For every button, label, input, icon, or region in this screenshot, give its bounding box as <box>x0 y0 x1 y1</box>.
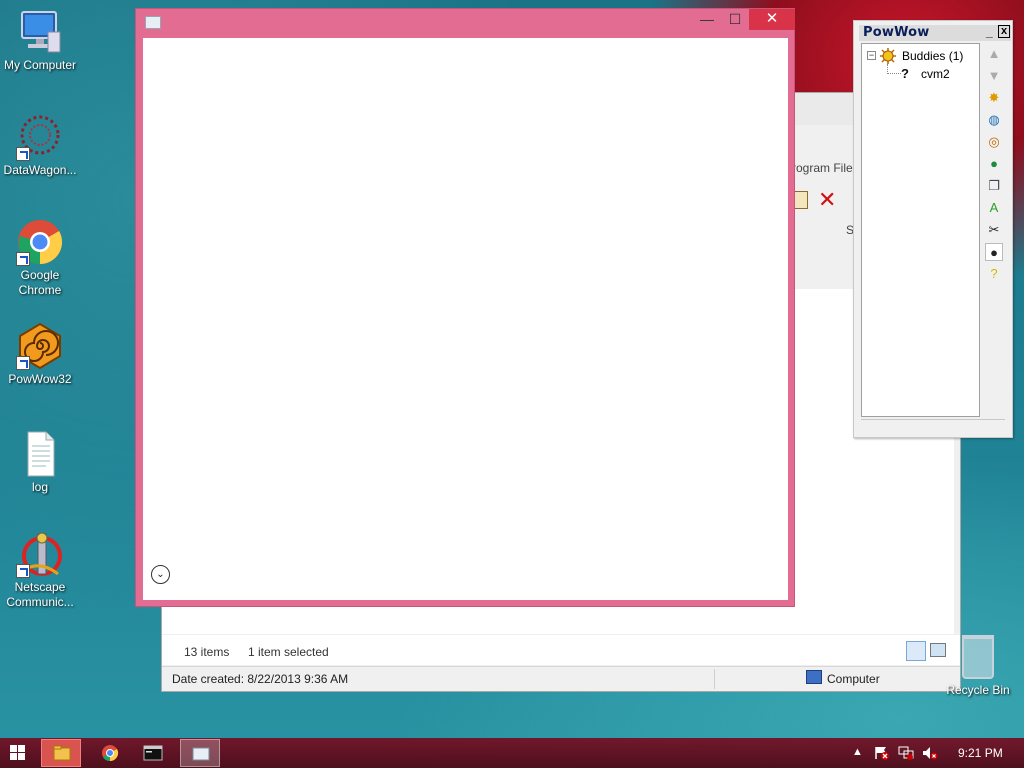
desktop-icon-label: PowWow32 <box>8 372 72 386</box>
earth-icon[interactable]: ● <box>985 155 1003 173</box>
computer-icon <box>806 670 822 684</box>
app-window-icon[interactable] <box>145 16 161 29</box>
selection-count: 1 item selected <box>248 645 329 659</box>
desktop-icon-label: Recycle Bin <box>946 683 1010 697</box>
desktop-icon-log[interactable]: log <box>0 430 80 495</box>
spiral-icon[interactable]: ◎ <box>985 133 1003 151</box>
computer-icon <box>16 8 64 56</box>
sun-group-icon <box>880 48 896 64</box>
minimize-button[interactable]: — <box>693 9 721 30</box>
collapse-toggle[interactable]: − <box>867 51 876 60</box>
netscape-icon <box>16 530 64 578</box>
maximize-button[interactable]: ☐ <box>721 9 749 30</box>
sun-icon[interactable]: ✸ <box>985 89 1003 107</box>
scroll-up-icon[interactable]: ▲ <box>985 45 1003 63</box>
taskbar-blank-app[interactable] <box>180 739 220 767</box>
powwow-status-strip <box>861 419 1005 433</box>
buddy-group-label[interactable]: Buddies (1) <box>902 49 963 63</box>
desktop-icon-my-computer[interactable]: My Computer <box>0 8 80 73</box>
location-label: Computer <box>827 672 880 686</box>
desktop-icon-label: DataWagon... <box>3 163 77 177</box>
desktop-icon-google-chrome[interactable]: Google Chrome <box>0 218 80 298</box>
item-count: 13 items <box>184 645 230 659</box>
unknown-status-icon: ? <box>901 66 909 81</box>
chat-icon[interactable]: ● <box>985 243 1003 261</box>
delete-icon[interactable]: ✕ <box>818 189 836 211</box>
desktop-icon-powwow32[interactable]: PowWow32 <box>0 322 80 387</box>
scroll-down-icon[interactable]: ▼ <box>985 67 1003 85</box>
shortcut-arrow-icon <box>16 356 30 370</box>
taskbar: ▲ 9:21 PM <box>0 738 1024 768</box>
pages-icon[interactable]: ❐ <box>985 177 1003 195</box>
date-created: Date created: 8/22/2013 9:36 AM <box>172 672 349 686</box>
desktop-icon-label: Netscape Communic... <box>6 580 74 609</box>
tools-icon[interactable]: ✂ <box>985 221 1003 239</box>
desktop-icon-netscape[interactable]: Netscape Communic... <box>0 530 80 610</box>
powwow-spiral-icon <box>16 322 64 370</box>
shortcut-arrow-icon <box>16 564 30 578</box>
powwow-close-button[interactable]: x <box>998 25 1010 38</box>
command-prompt-icon <box>143 745 163 761</box>
powwow-buddy-window[interactable]: PowWow _ x − Buddies (1) ? cvm2 ▲ ▼ ✸ ◍ … <box>853 20 1013 438</box>
blank-app-window[interactable]: — ☐ ✕ ⌄ <box>135 8 795 607</box>
taskbar-file-explorer[interactable] <box>41 739 81 767</box>
window-client-area[interactable]: ⌄ <box>143 38 788 600</box>
expand-circle-icon[interactable]: ⌄ <box>151 565 170 584</box>
datawagon-icon <box>16 113 64 161</box>
details-view-icon[interactable] <box>906 641 926 661</box>
paste-icon[interactable] <box>794 191 808 209</box>
action-center-icon[interactable] <box>874 746 890 763</box>
network-icon[interactable] <box>898 746 914 763</box>
buddy-name[interactable]: cvm2 <box>921 67 950 81</box>
powwow-title: PowWow <box>863 25 930 40</box>
chrome-icon <box>102 745 119 762</box>
folder-icon <box>53 745 71 761</box>
taskbar-command-prompt[interactable] <box>133 739 173 767</box>
desktop-icon-label: log <box>31 480 48 494</box>
powwow-title-bar[interactable]: PowWow _ x <box>859 25 1011 41</box>
powwow-toolbar: ▲ ▼ ✸ ◍ ◎ ● ❐ A ✂ ● ? <box>982 43 1004 417</box>
desktop-icon-label: Google Chrome <box>18 268 62 297</box>
desktop-icon-datawagon[interactable]: DataWagon... <box>0 113 80 178</box>
taskbar-chrome[interactable] <box>90 739 130 767</box>
desktop-icon-label: My Computer <box>3 58 77 72</box>
buddy-tree[interactable]: − Buddies (1) ? cvm2 <box>861 43 980 417</box>
app-window-icon <box>192 747 210 761</box>
taskbar-clock[interactable]: 9:21 PM <box>958 746 1003 760</box>
globe-icon[interactable]: ◍ <box>985 111 1003 129</box>
help-icon[interactable]: ? <box>985 265 1003 283</box>
letter-a-icon[interactable]: A <box>985 199 1003 217</box>
shortcut-arrow-icon <box>16 147 30 161</box>
windows-start-icon[interactable] <box>10 745 26 761</box>
show-hidden-icons-icon[interactable]: ▲ <box>852 746 863 758</box>
powwow-minimize-button[interactable]: _ <box>986 25 996 39</box>
shortcut-arrow-icon <box>16 252 30 266</box>
status-divider <box>714 669 715 689</box>
close-button[interactable]: ✕ <box>749 9 795 30</box>
volume-muted-icon[interactable] <box>922 746 938 763</box>
desktop-icon-recycle-bin[interactable]: Recycle Bin <box>940 635 1016 697</box>
chrome-icon <box>16 218 64 266</box>
tree-connector <box>887 64 901 74</box>
text-file-icon <box>16 430 64 478</box>
recycle-bin-icon <box>962 635 994 679</box>
details-status-bar: Date created: 8/22/2013 9:36 AM Computer <box>162 666 960 691</box>
